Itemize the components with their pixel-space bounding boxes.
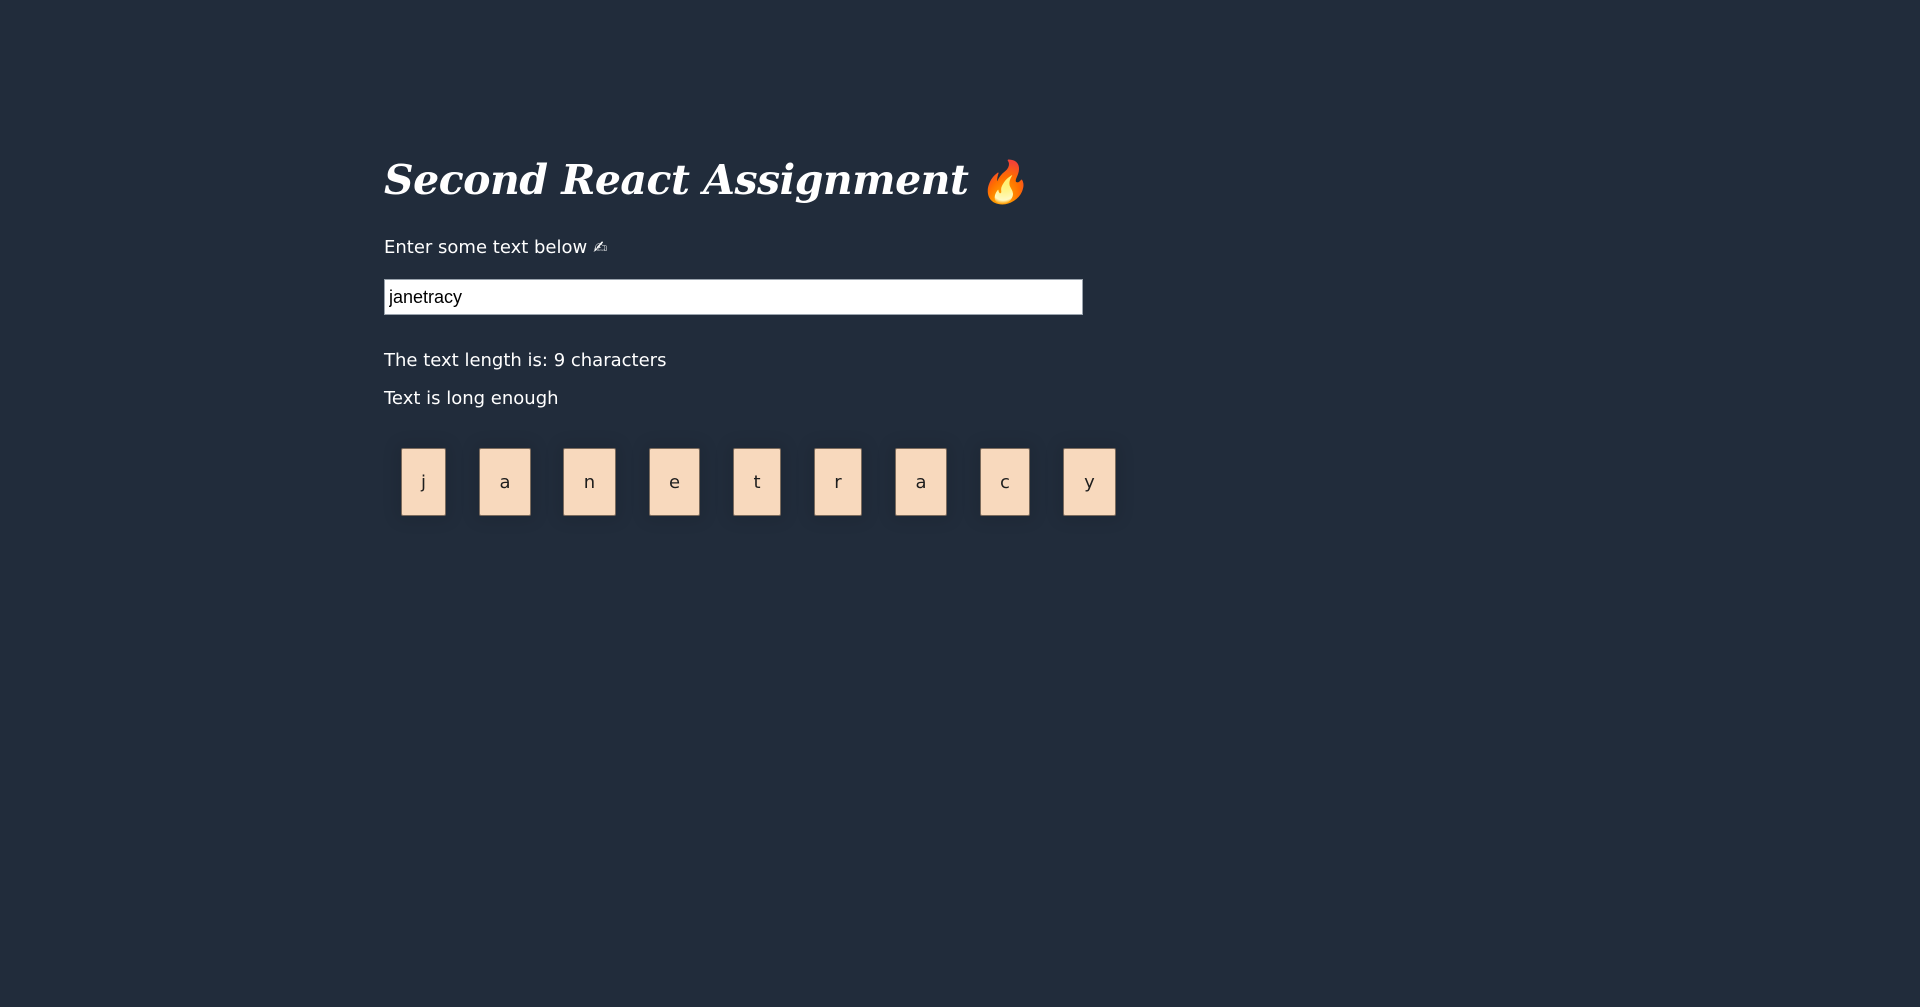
char-box[interactable]: a — [895, 448, 947, 516]
char-box[interactable]: r — [814, 448, 862, 516]
char-box[interactable]: e — [649, 448, 700, 516]
validation-output: Text is long enough — [384, 388, 559, 409]
char-box[interactable]: y — [1063, 448, 1116, 516]
char-box[interactable]: a — [479, 448, 531, 516]
writing-hand-icon: ✍ — [593, 238, 608, 258]
input-prompt-text: Enter some text below — [384, 237, 588, 258]
char-box[interactable]: c — [980, 448, 1030, 516]
char-box[interactable]: t — [733, 448, 781, 516]
fire-icon: 🔥 — [978, 158, 1029, 206]
page-title-text: Second React Assignment — [384, 156, 969, 204]
input-prompt: Enter some text below ✍ — [384, 236, 1083, 260]
text-input[interactable] — [384, 279, 1083, 315]
main-content: Second React Assignment 🔥 Enter some text… — [384, 150, 1083, 411]
page-title: Second React Assignment 🔥 — [384, 150, 1083, 210]
text-length-output: The text length is: 9 characters — [384, 350, 667, 371]
page: Second React Assignment 🔥 Enter some text… — [0, 0, 1920, 1007]
char-box[interactable]: j — [401, 448, 446, 516]
char-list: j a n e t r a c y — [384, 448, 1124, 516]
char-box[interactable]: n — [563, 448, 616, 516]
